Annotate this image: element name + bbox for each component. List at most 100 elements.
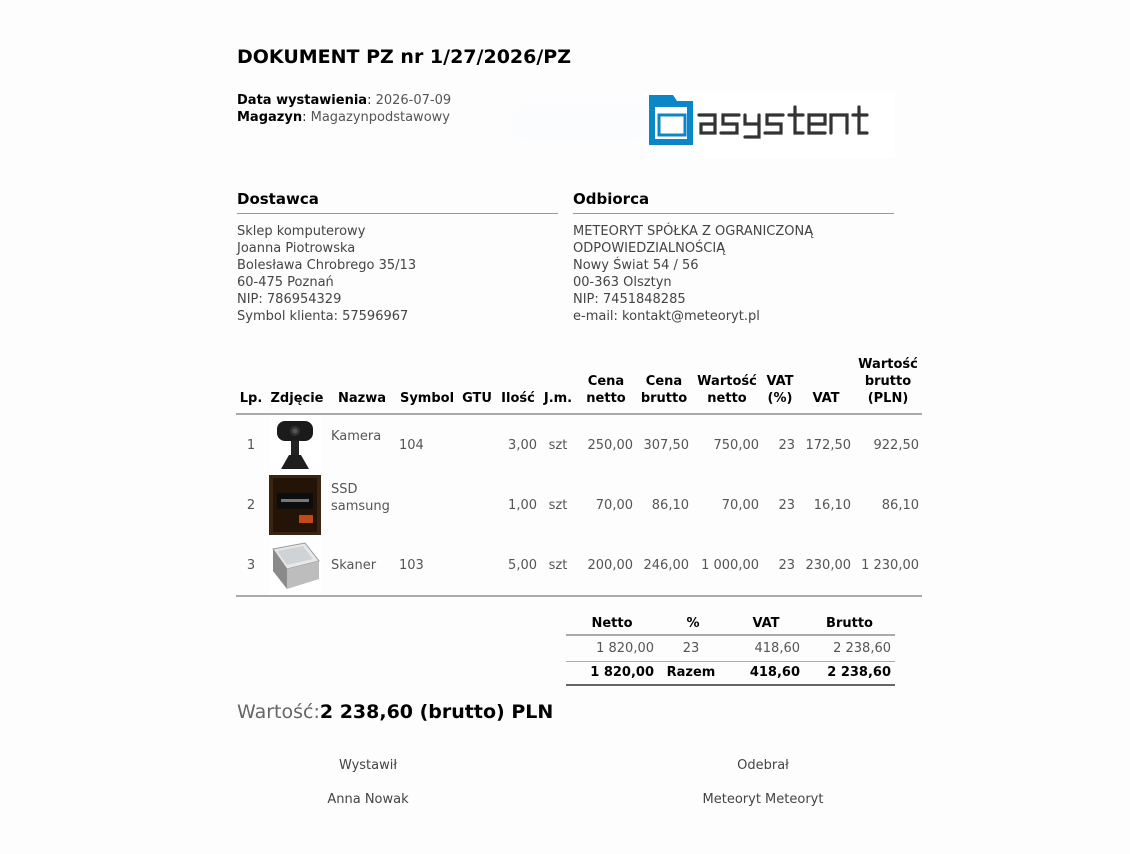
recipient-line: METEORYT SPÓŁKA Z OGRANICZONĄ xyxy=(573,224,814,239)
cell-net-price: 200,00 xyxy=(576,535,636,597)
cell-net-value: 70,00 xyxy=(721,497,759,513)
header-net-value-line: Wartość xyxy=(697,374,757,389)
cell-net-value: 750,00 xyxy=(713,437,760,453)
cell-unit: szt xyxy=(548,437,568,453)
issued-by-label: Wystawił xyxy=(338,758,398,773)
cell-gross-value: 86,10 xyxy=(881,497,919,513)
header-lp: Lp. xyxy=(236,356,266,415)
recipient-line: e-mail: kontakt@meteoryt.pl xyxy=(573,309,760,324)
cell-lp: 3 xyxy=(236,535,266,597)
table-row: 1 Kamera 104 3,00 szt 250,00 307,50 750,… xyxy=(236,414,922,475)
cell-qty: 1,00 xyxy=(508,497,537,513)
supplier-line: Joanna Piotrowska xyxy=(237,241,356,256)
header-net-value-line: netto xyxy=(707,391,747,406)
header-gross-value: Wartość brutto (PLN) xyxy=(854,356,922,415)
recipient-line: NIP: 7451848285 xyxy=(573,292,686,307)
total-label: Razem xyxy=(658,660,728,686)
cell-symbol: 104 xyxy=(399,437,424,453)
cell-net-price: 70,00 xyxy=(595,497,633,513)
cell-vat-pct: 23 xyxy=(762,535,798,597)
header-vat-pct-line: (%) xyxy=(767,391,793,406)
total-vat: 418,60 xyxy=(728,660,804,686)
cell-lp: 1 xyxy=(246,437,256,453)
summary-pct: 23 xyxy=(682,640,700,656)
summary-header-row: Netto % VAT Brutto xyxy=(566,613,895,636)
warehouse-line: Magazyn: Magazynpodstawowy xyxy=(237,110,450,125)
cell-symbol: 103 xyxy=(396,535,458,597)
summary-header-pct: % xyxy=(658,613,728,636)
document-meta: Data wystawienia: 2026-07-09 Magazyn: Ma… xyxy=(237,92,451,126)
document-value-amount: 2 238,60 (brutto) PLN xyxy=(319,701,554,723)
header-gross-value-line: (PLN) xyxy=(867,391,909,406)
warehouse-value: Magazynpodstawowy xyxy=(310,110,450,125)
cell-symbol xyxy=(396,475,458,535)
supplier-heading: Dostawca xyxy=(237,190,558,214)
supplier-block: Dostawca Sklep komputerowy Joanna Piotro… xyxy=(237,190,558,325)
issued-by-name: Anna Nowak xyxy=(327,792,409,807)
header-net-value: Wartość netto xyxy=(692,356,762,415)
header-net-price: Cena netto xyxy=(576,356,636,415)
cell-unit: szt xyxy=(540,535,576,597)
supplier-line: Sklep komputerowy xyxy=(237,224,366,239)
ssd-photo xyxy=(269,475,321,535)
received-by-name: Meteoryt Meteoryt xyxy=(702,792,824,807)
header-gross-price: Cena brutto xyxy=(636,356,692,415)
total-net: 1 820,00 xyxy=(566,660,658,686)
cell-net-value: 1 000,00 xyxy=(692,535,762,597)
cell-name: SSD samsung xyxy=(331,482,390,514)
cell-vat: 16,10 xyxy=(813,497,851,513)
cell-gross-price: 86,10 xyxy=(651,497,689,513)
table-row: 3 Skaner 103 5,00 szt 200,00 246,00 1 00… xyxy=(236,535,922,597)
cell-vat: 172,50 xyxy=(805,437,852,453)
cell-gross-price: 307,50 xyxy=(643,437,690,453)
cell-photo xyxy=(266,535,328,597)
supplier-line: Bolesława Chrobrego 35/13 xyxy=(237,258,417,273)
cell-vat: 230,00 xyxy=(798,535,854,597)
header-photo: Zdjęcie xyxy=(266,356,328,415)
company-logo xyxy=(645,91,895,158)
header-symbol: Symbol xyxy=(396,356,458,415)
recipient-line: ODPOWIEDZIALNOŚCIĄ xyxy=(573,241,726,256)
recipient-block: Odbiorca METEORYT SPÓŁKA Z OGRANICZONĄ O… xyxy=(573,190,894,325)
summary-header-net: Netto xyxy=(566,613,658,636)
cell-gtu xyxy=(458,535,496,597)
cell-vat-pct: 23 xyxy=(778,497,795,513)
cell-vat-pct: 23 xyxy=(778,437,795,453)
header-net-price-line: netto xyxy=(586,391,626,406)
header-gross-price-line: Cena xyxy=(645,374,683,389)
cell-gross-value: 1 230,00 xyxy=(854,535,922,597)
received-by-label: Odebrał xyxy=(737,758,789,773)
document-print-preview: DOKUMENT PZ nr 1/27/2026/PZ Data wystawi… xyxy=(0,0,1130,854)
supplier-line: Symbol klienta: 57596967 xyxy=(237,309,409,324)
summary-gross: 2 238,60 xyxy=(833,640,891,656)
cell-unit: szt xyxy=(548,497,568,513)
cell-lp: 2 xyxy=(246,497,256,513)
warehouse-label: Magazyn xyxy=(237,110,303,125)
cell-gross-value: 922,50 xyxy=(873,437,920,453)
supplier-line: NIP: 786954329 xyxy=(237,292,342,307)
header-vat-pct-line: VAT xyxy=(766,374,794,389)
header-qty: Ilość xyxy=(496,356,540,415)
items-header-row: Lp. Zdjęcie Nazwa Symbol GTU Ilość J.m. … xyxy=(236,356,922,415)
cell-gtu xyxy=(458,414,496,475)
summary-header-gross: Brutto xyxy=(804,613,895,636)
document-value: Wartość:2 238,60 (brutto) PLN xyxy=(237,701,553,723)
issue-date-line: Data wystawienia: 2026-07-09 xyxy=(237,93,452,108)
header-name: Nazwa xyxy=(328,356,396,415)
header-gross-value-line: brutto xyxy=(864,374,912,389)
header-unit: J.m. xyxy=(540,356,576,415)
summary-row: 1 820,00 23 418,60 2 238,60 xyxy=(566,635,895,661)
document-title: DOKUMENT PZ nr 1/27/2026/PZ xyxy=(237,46,571,68)
document-value-label: Wartość: xyxy=(237,701,320,723)
issue-date-value: 2026-07-09 xyxy=(375,93,452,108)
table-row: 2 SSD samsung 1,00 szt 70,00 86,10 70,00… xyxy=(236,475,922,535)
summary-header-vat: VAT xyxy=(728,613,804,636)
cell-qty: 5,00 xyxy=(496,535,540,597)
cell-photo xyxy=(266,475,328,535)
header-net-price-line: Cena xyxy=(587,374,625,389)
summary-total-row: 1 820,00 Razem 418,60 2 238,60 xyxy=(566,660,895,686)
items-table: Lp. Zdjęcie Nazwa Symbol GTU Ilość J.m. … xyxy=(236,356,922,597)
webcam-photo xyxy=(269,415,321,475)
summary-vat: 418,60 xyxy=(754,640,801,656)
cell-gtu xyxy=(458,475,496,535)
